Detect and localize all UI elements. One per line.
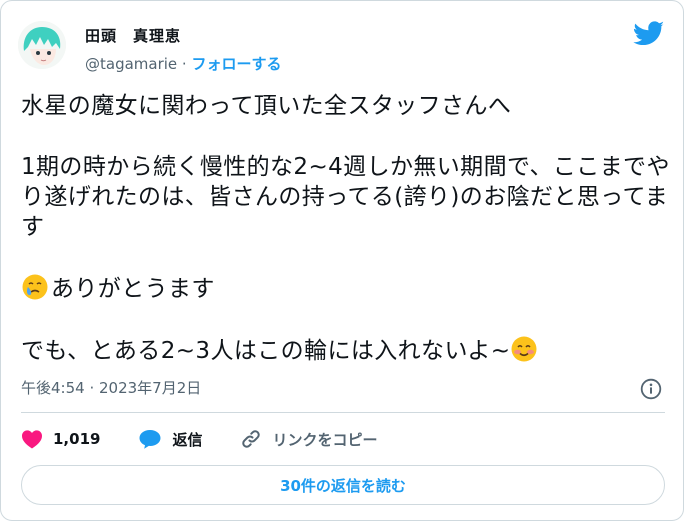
twitter-bird-icon[interactable] <box>633 21 665 47</box>
smiling-face-emoji <box>510 335 538 363</box>
heart-icon <box>22 430 42 449</box>
link-icon <box>242 430 261 448</box>
handle-row: @tagamarie · フォローする <box>85 53 281 74</box>
handle-separator: · <box>177 55 192 73</box>
info-icon[interactable] <box>640 378 662 400</box>
tweet-text: 水星の魔女に関わって頂いた全スタッフさんへ 1期の時から続く慢性的な2~4週しか… <box>21 91 671 366</box>
user-handle[interactable]: @tagamarie <box>85 55 177 73</box>
like-button[interactable]: 1,019 <box>21 429 100 449</box>
read-replies-button[interactable]: 30件の返信を読む <box>21 465 665 505</box>
tweet-paragraph: 水星の魔女に関わって頂いた全スタッフさんへ <box>21 93 512 119</box>
copy-link-button[interactable]: リンクをコピー <box>240 428 377 450</box>
tweet-timestamp[interactable]: 午後4:54 · 2023年7月2日 <box>21 377 201 398</box>
reply-button[interactable]: 返信 <box>138 428 202 450</box>
divider <box>21 412 665 413</box>
tweet-paragraph: 1期の時から続く慢性的な2~4週しか無い期間で、ここまでやり遂げれたのは、皆さん… <box>21 154 670 240</box>
like-count: 1,019 <box>53 430 101 448</box>
tweet-paragraph-text: ありがとうます <box>51 276 215 302</box>
copy-link-label: リンクをコピー <box>272 430 378 449</box>
tweet-card: 田頭 真理恵 @tagamarie · フォローする 水星の魔女に関わって頂いた… <box>0 0 684 521</box>
tweet-paragraph-text: でも、とある2~3人はこの輪には入れないよ~ <box>21 338 511 364</box>
action-bar: 1,019 返信 リンクをコピー <box>21 427 377 451</box>
reply-bubble-icon <box>139 430 161 449</box>
reply-label: 返信 <box>172 430 203 449</box>
tweet-paragraph-with-emoji: でも、とある2~3人はこの輪には入れないよ~ <box>21 335 671 366</box>
avatar[interactable] <box>18 21 66 69</box>
face-holding-back-tears-emoji <box>21 273 49 301</box>
display-name[interactable]: 田頭 真理恵 <box>85 25 181 46</box>
follow-button[interactable]: フォローする <box>191 55 281 73</box>
tweet-paragraph-with-emoji: ありがとうます <box>21 273 671 304</box>
